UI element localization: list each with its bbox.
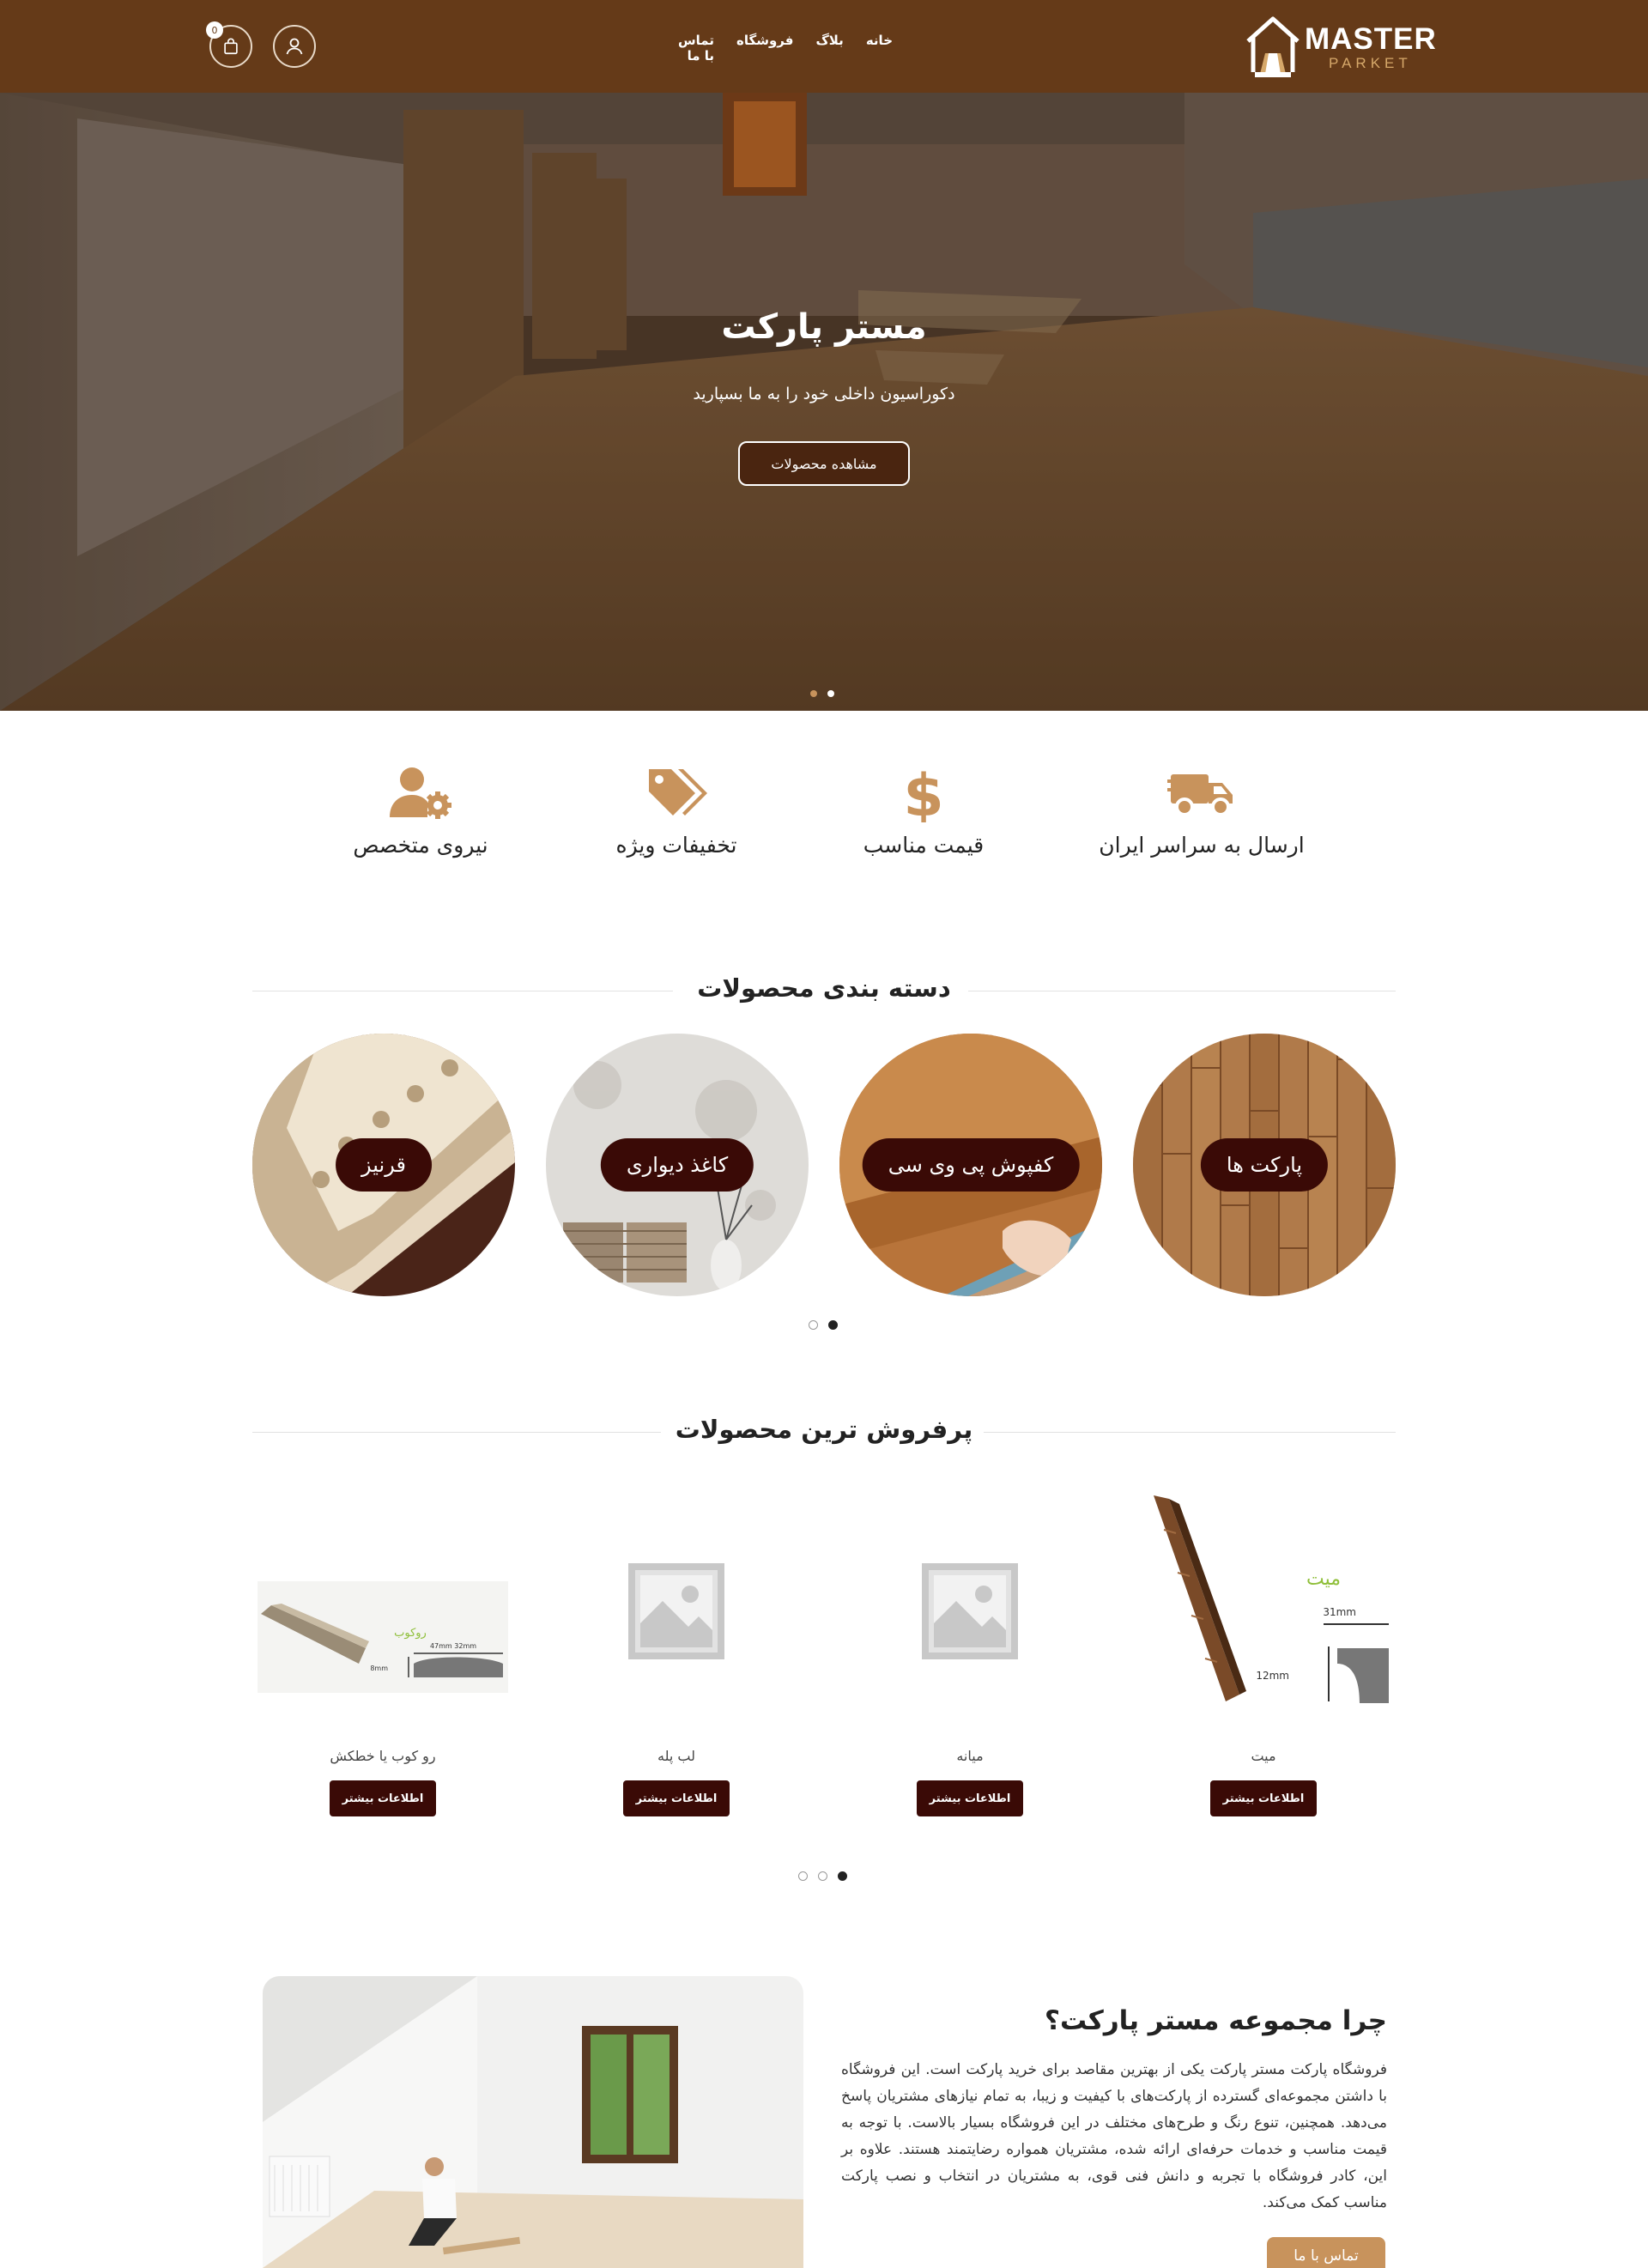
shopping-bag-icon [224, 38, 238, 55]
feature-discounts: تخفیفات ویژه [565, 764, 788, 858]
product-card[interactable]: لب پله اطلاعات بیشتر [548, 1495, 805, 1822]
main-nav: خانه بلاگ فروشگاه تماس با ما [670, 33, 893, 64]
category-pvc-flooring[interactable]: کفپوش پی وی سی [839, 1034, 1102, 1296]
category-label: کاغذ دیواری [600, 1138, 754, 1192]
cart-count-badge: 0 [206, 21, 223, 39]
svg-text:روکوب: روکوب [394, 1627, 427, 1640]
svg-text:8mm: 8mm [370, 1665, 388, 1672]
svg-text:میت: میت [1306, 1568, 1341, 1590]
product-image-placeholder [548, 1495, 805, 1727]
image-placeholder-icon [628, 1563, 724, 1659]
hero-dot-1[interactable] [810, 690, 817, 697]
category-wallpaper[interactable]: کاغذ دیواری [546, 1034, 809, 1296]
hero-slider: مستر پارکت دکوراسیون داخلی خود را به ما … [0, 93, 1648, 711]
more-info-button[interactable]: اطلاعات بیشتر [917, 1780, 1023, 1816]
features-row: ارسال به سراسر ایران $ قیمت مناسب تخفیفا… [0, 764, 1648, 884]
product-image-placeholder [841, 1495, 1099, 1727]
svg-text:$: $ [903, 764, 943, 822]
image-placeholder-icon [922, 1563, 1018, 1659]
logo-text: MASTER [1305, 22, 1437, 56]
feature-label: نیروی متخصص [353, 833, 488, 858]
logo-subtext: PARKET [1329, 55, 1412, 71]
category-label: قرنیز [336, 1138, 432, 1192]
product-card[interactable]: میت 31mm 12mm میت اطلاعات بیشتر [1135, 1495, 1392, 1822]
product-dot-1[interactable] [798, 1871, 808, 1881]
hero-title: مستر پارکت [721, 307, 927, 347]
svg-text:47mm 32mm: 47mm 32mm [430, 1642, 476, 1650]
user-account-button[interactable] [273, 25, 316, 68]
about-image [263, 1976, 803, 2268]
hero-subtitle: دکوراسیون داخلی خود را به ما بسپارید [693, 385, 955, 403]
view-products-button[interactable]: مشاهده محصولات [738, 441, 910, 486]
section-title: دسته بندی محصولات [697, 973, 951, 1003]
product-name[interactable]: میانه [841, 1748, 1099, 1764]
nav-shop[interactable]: فروشگاه [736, 33, 793, 64]
category-dot-2[interactable] [828, 1320, 838, 1330]
product-dot-2[interactable] [818, 1871, 827, 1881]
more-info-button[interactable]: اطلاعات بیشتر [1210, 1780, 1317, 1816]
site-header: MASTER PARKET خانه بلاگ فروشگاه تماس با … [0, 0, 1648, 93]
hero-dot-2[interactable] [827, 690, 834, 697]
section-title: پرفروش ترین محصولات [675, 1415, 973, 1444]
user-icon [286, 38, 303, 55]
product-dot-3[interactable] [838, 1871, 847, 1881]
nav-blog[interactable]: بلاگ [815, 33, 843, 64]
product-name[interactable]: لب پله [548, 1748, 805, 1764]
house-logo-icon [1246, 16, 1300, 77]
more-info-button[interactable]: اطلاعات بیشتر [330, 1780, 436, 1816]
category-molding[interactable]: قرنیز [252, 1034, 515, 1296]
feature-label: ارسال به سراسر ایران [1099, 833, 1305, 858]
category-parquet[interactable]: پارکت ها [1133, 1034, 1396, 1296]
product-name[interactable]: رو کوب یا خطکش [254, 1748, 512, 1764]
site-logo[interactable]: MASTER PARKET [1243, 12, 1440, 81]
hero-slider-dots [810, 690, 834, 697]
nav-home[interactable]: خانه [866, 33, 893, 64]
category-label: پارکت ها [1200, 1138, 1329, 1192]
about-title: چرا مجموعه مستر پارکت؟ [1045, 2005, 1387, 2036]
tags-icon [649, 769, 707, 816]
product-image: میت 31mm 12mm [1135, 1495, 1392, 1727]
cart-button[interactable]: 0 [206, 21, 252, 68]
feature-label: تخفیفات ویژه [615, 833, 737, 858]
feature-label: قیمت مناسب [863, 833, 985, 858]
feature-experts: نیروی متخصص [309, 764, 532, 858]
svg-text:12mm: 12mm [1256, 1670, 1289, 1682]
category-dot-1[interactable] [809, 1320, 818, 1330]
categories-dots [809, 1320, 838, 1330]
more-info-button[interactable]: اطلاعات بیشتر [623, 1780, 730, 1816]
product-image: روکوب 47mm 32mm 8mm [254, 1495, 512, 1727]
product-card[interactable]: روکوب 47mm 32mm 8mm رو کوب یا خطکش اطلاع… [254, 1495, 512, 1822]
product-card[interactable]: میانه اطلاعات بیشتر [841, 1495, 1099, 1822]
category-label: کفپوش پی وی سی [862, 1138, 1080, 1192]
feature-price: $ قیمت مناسب [812, 764, 1035, 858]
categories-heading: دسته بندی محصولات [252, 973, 1396, 1008]
products-dots [798, 1871, 847, 1881]
nav-contact[interactable]: تماس با ما [670, 33, 714, 64]
dollar-icon: $ [903, 764, 943, 822]
svg-text:31mm: 31mm [1323, 1606, 1356, 1618]
product-name[interactable]: میت [1135, 1748, 1392, 1764]
best-sellers-heading: پرفروش ترین محصولات [252, 1415, 1396, 1449]
truck-icon [1167, 774, 1233, 816]
feature-shipping: ارسال به سراسر ایران [1090, 764, 1313, 858]
user-gear-icon [390, 767, 451, 819]
contact-us-button[interactable]: تماس با ما [1267, 2237, 1385, 2268]
about-text: فروشگاه پارکت مستر پارکت یکی از بهترین م… [841, 2061, 1387, 2211]
